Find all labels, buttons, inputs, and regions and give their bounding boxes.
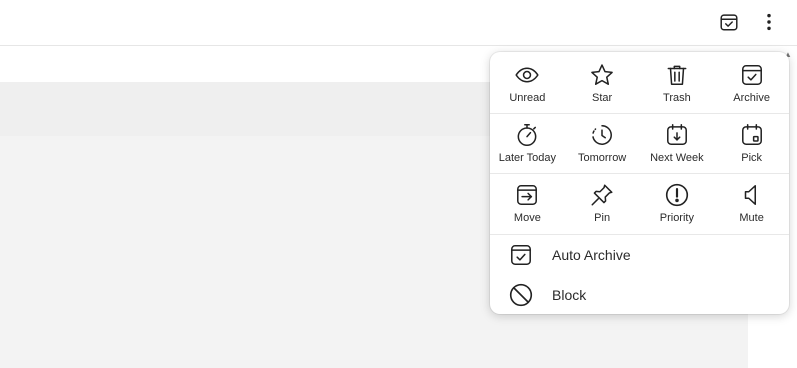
auto-archive-item[interactable]: Auto Archive bbox=[490, 235, 789, 275]
pick-label: Pick bbox=[741, 152, 763, 164]
later-today-button[interactable]: Later Today bbox=[490, 114, 565, 174]
unread-button[interactable]: Unread bbox=[490, 54, 565, 114]
trash-button[interactable]: Trash bbox=[640, 54, 715, 114]
star-button[interactable]: Star bbox=[565, 54, 640, 114]
pin-label: Pin bbox=[594, 212, 611, 224]
calendar-check-button[interactable] bbox=[715, 8, 743, 36]
next-week-button[interactable]: Next Week bbox=[640, 114, 715, 174]
stopwatch-icon bbox=[517, 123, 537, 147]
later-today-label: Later Today bbox=[498, 152, 557, 164]
mute-label: Mute bbox=[739, 212, 764, 224]
menu-row-1: Unread Star Trash Archive bbox=[490, 54, 789, 114]
star-icon bbox=[591, 64, 613, 85]
priority-exclamation-icon bbox=[665, 183, 688, 207]
auto-archive-icon bbox=[511, 245, 531, 265]
calendar-check-icon bbox=[720, 14, 738, 31]
eye-icon bbox=[515, 67, 539, 83]
block-item[interactable]: Block bbox=[490, 275, 789, 315]
priority-button[interactable]: Priority bbox=[640, 174, 715, 234]
more-options-button[interactable] bbox=[755, 8, 783, 36]
archive-check-icon bbox=[741, 65, 762, 85]
calendar-arrow-icon bbox=[666, 123, 687, 145]
mute-button[interactable]: Mute bbox=[714, 174, 789, 234]
pick-button[interactable]: Pick bbox=[714, 114, 789, 174]
block-label: Block bbox=[552, 287, 587, 303]
move-box-icon bbox=[517, 185, 538, 205]
pin-button[interactable]: Pin bbox=[565, 174, 640, 234]
actions-dropdown-menu: Unread Star Trash Archive Later Today To… bbox=[490, 52, 789, 314]
trash-icon bbox=[667, 65, 687, 85]
move-label: Move bbox=[513, 212, 541, 224]
block-icon bbox=[509, 283, 533, 307]
archive-button[interactable]: Archive bbox=[714, 54, 789, 114]
next-week-label: Next Week bbox=[650, 152, 704, 164]
tomorrow-label: Tomorrow bbox=[577, 152, 627, 164]
priority-label: Priority bbox=[659, 212, 694, 224]
pin-icon bbox=[591, 184, 613, 206]
trash-label: Trash bbox=[663, 92, 691, 104]
more-vertical-icon bbox=[767, 13, 771, 31]
menu-row-2: Later Today Tomorrow Next Week Pick bbox=[490, 114, 789, 174]
archive-label: Archive bbox=[733, 92, 770, 104]
top-toolbar bbox=[0, 0, 797, 46]
unread-label: Unread bbox=[509, 92, 546, 104]
menu-row-3: Move Pin Priority Mute bbox=[490, 174, 789, 234]
clock-rotate-icon bbox=[592, 125, 613, 145]
tomorrow-button[interactable]: Tomorrow bbox=[565, 114, 640, 174]
auto-archive-label: Auto Archive bbox=[552, 247, 631, 263]
move-button[interactable]: Move bbox=[490, 174, 565, 234]
star-label: Star bbox=[592, 92, 613, 104]
mute-speaker-icon bbox=[744, 185, 756, 205]
calendar-pick-icon bbox=[741, 123, 762, 145]
